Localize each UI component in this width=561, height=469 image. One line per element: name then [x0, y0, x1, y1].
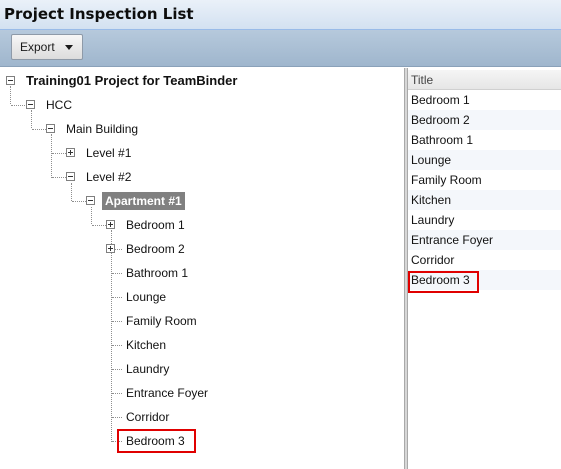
tree-node-hcc[interactable]: HCC [44, 96, 74, 114]
tree-node-room[interactable]: Entrance Foyer [124, 384, 210, 402]
expand-icon[interactable] [66, 148, 75, 157]
list-item[interactable]: Lounge [408, 150, 561, 170]
expand-icon[interactable] [106, 220, 115, 229]
list-item[interactable]: Corridor [408, 250, 561, 270]
tree-node-main-building[interactable]: Main Building [64, 120, 140, 138]
title-list: Title Bedroom 1 Bedroom 2 Bathroom 1 Lou… [408, 68, 561, 469]
tree-node-room[interactable]: Bathroom 1 [124, 264, 190, 282]
collapse-icon[interactable] [86, 196, 95, 205]
toolbar: Export [0, 30, 561, 67]
tree-node-apartment-1[interactable]: Apartment #1 [102, 192, 185, 210]
list-item[interactable]: Family Room [408, 170, 561, 190]
highlight-box [117, 429, 196, 453]
location-tree: Training01 Project for TeamBinder HCC Ma… [0, 68, 404, 469]
tree-node-room[interactable]: Kitchen [124, 336, 168, 354]
chevron-down-icon [65, 45, 73, 50]
tree-node-root[interactable]: Training01 Project for TeamBinder [24, 72, 239, 90]
column-header-title[interactable]: Title [408, 70, 561, 90]
tree-node-room[interactable]: Corridor [124, 408, 171, 426]
collapse-icon[interactable] [46, 124, 55, 133]
collapse-icon[interactable] [66, 172, 75, 181]
collapse-icon[interactable] [26, 100, 35, 109]
list-item[interactable]: Kitchen [408, 190, 561, 210]
collapse-icon[interactable] [6, 76, 15, 85]
window-title-bar: Project Inspection List [0, 0, 561, 30]
highlight-box [408, 271, 479, 293]
list-item[interactable]: Bathroom 1 [408, 130, 561, 150]
list-item[interactable]: Laundry [408, 210, 561, 230]
tree-node-level-1[interactable]: Level #1 [84, 144, 133, 162]
expand-icon[interactable] [106, 244, 115, 253]
export-button[interactable]: Export [11, 34, 83, 60]
tree-node-room[interactable]: Bedroom 1 [124, 216, 187, 234]
page-title: Project Inspection List [4, 5, 194, 23]
tree-node-room[interactable]: Bedroom 2 [124, 240, 187, 258]
tree-node-level-2[interactable]: Level #2 [84, 168, 133, 186]
list-item[interactable]: Bedroom 1 [408, 90, 561, 110]
tree-node-room[interactable]: Lounge [124, 288, 168, 306]
export-button-label: Export [20, 40, 55, 54]
list-item[interactable]: Bedroom 2 [408, 110, 561, 130]
tree-node-room[interactable]: Laundry [124, 360, 171, 378]
tree-node-room[interactable]: Family Room [124, 312, 199, 330]
list-item[interactable]: Entrance Foyer [408, 230, 561, 250]
